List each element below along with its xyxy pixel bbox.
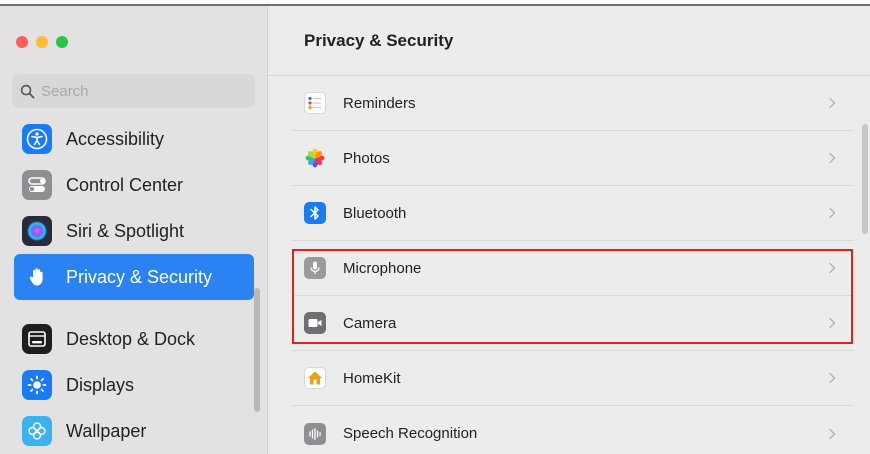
list-item-speech-recognition[interactable]: Speech Recognition [292, 406, 854, 454]
sidebar-item-desktop-dock[interactable]: Desktop & Dock [14, 316, 254, 362]
row-label: Photos [343, 149, 390, 167]
zoom-button[interactable] [56, 36, 68, 48]
chevron-right-icon [829, 317, 836, 329]
waveform-icon [304, 422, 326, 445]
home-icon [304, 367, 326, 389]
sidebar-item-label: Control Center [66, 174, 184, 195]
sidebar-item-label: Siri & Spotlight [66, 220, 185, 241]
search-icon [20, 84, 35, 98]
minimize-button[interactable] [36, 36, 48, 48]
main-pane: Privacy & Security Reminders Photos Blue… [268, 6, 870, 454]
row-label: Reminders [343, 94, 416, 112]
accessibility-icon [22, 124, 52, 154]
sidebar-list: Accessibility Control Center Siri & Spot… [14, 116, 254, 454]
sidebar-item-displays[interactable]: Displays [14, 362, 254, 408]
list-item-homekit[interactable]: HomeKit [292, 351, 854, 406]
chevron-right-icon [829, 152, 836, 164]
microphone-icon [304, 257, 326, 279]
sidebar-scrollbar[interactable] [254, 288, 260, 412]
sidebar-item-accessibility[interactable]: Accessibility [14, 116, 254, 162]
hand-icon [22, 262, 52, 292]
photos-icon [304, 147, 326, 169]
list-item-photos[interactable]: Photos [292, 131, 854, 186]
sidebar-item-label: Desktop & Dock [66, 328, 196, 349]
dock-icon [22, 324, 52, 354]
sun-icon [22, 370, 52, 400]
wallpaper-icon [22, 416, 52, 446]
title-bar: Privacy & Security [268, 6, 870, 76]
siri-icon [22, 216, 52, 246]
chevron-right-icon [829, 372, 836, 384]
row-label: Camera [343, 314, 397, 332]
camera-icon [304, 312, 326, 334]
main-scrollbar[interactable] [862, 124, 868, 234]
list-item-bluetooth[interactable]: Bluetooth [292, 186, 854, 241]
list-item-microphone[interactable]: Microphone [292, 241, 854, 296]
page-title: Privacy & Security [304, 30, 454, 50]
chevron-right-icon [829, 428, 836, 439]
row-label: Speech Recognition [343, 425, 478, 442]
chevron-right-icon [829, 97, 836, 109]
chevron-right-icon [829, 207, 836, 219]
sidebar-item-control-center[interactable]: Control Center [14, 162, 254, 208]
close-button[interactable] [16, 36, 28, 48]
sidebar-item-label: Accessibility [66, 128, 165, 149]
search-field[interactable] [12, 74, 255, 108]
reminders-icon [304, 92, 326, 114]
bluetooth-icon [304, 202, 326, 224]
window-controls [16, 36, 68, 48]
row-label: HomeKit [343, 369, 401, 387]
sidebar: Accessibility Control Center [0, 6, 268, 454]
row-label: Bluetooth [343, 204, 407, 222]
sidebar-item-label: Displays [66, 374, 135, 395]
chevron-right-icon [829, 262, 836, 274]
list-item-reminders[interactable]: Reminders [292, 76, 854, 131]
control-center-icon [22, 170, 52, 200]
sidebar-item-label: Privacy & Security [66, 266, 213, 287]
sidebar-item-wallpaper[interactable]: Wallpaper [14, 408, 254, 454]
list-item-camera[interactable]: Camera [292, 296, 854, 351]
row-label: Microphone [343, 259, 422, 277]
sidebar-item-label: Wallpaper [66, 420, 147, 441]
sidebar-item-privacy-security[interactable]: Privacy & Security [14, 254, 254, 300]
search-input[interactable] [41, 82, 241, 100]
sidebar-item-siri-spotlight[interactable]: Siri & Spotlight [14, 208, 254, 254]
system-settings-window: Accessibility Control Center [0, 4, 870, 454]
settings-list: Reminders Photos Bluetooth Microphone Ca… [292, 76, 854, 454]
